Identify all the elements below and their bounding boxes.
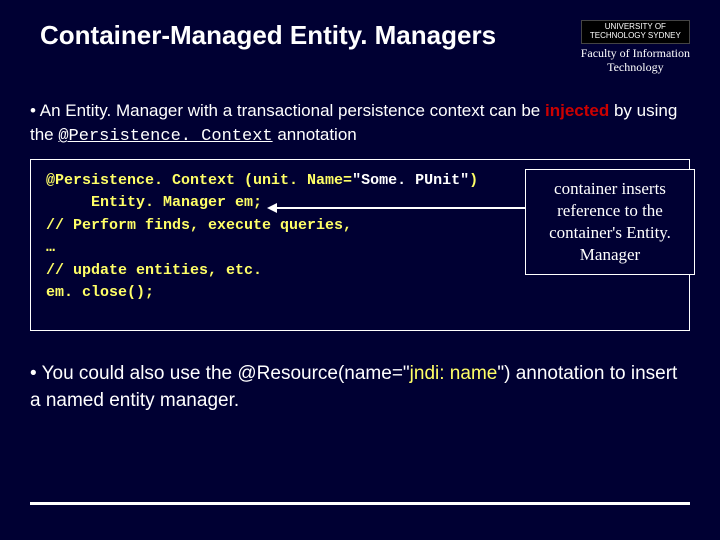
- code-l1a: @Persistence. Context (unit. Name=: [46, 172, 352, 189]
- bullet1-annotation: @Persistence. Context: [58, 127, 272, 146]
- code-l1b: "Some. PUnit": [352, 172, 469, 189]
- slide-title: Container-Managed Entity. Managers: [30, 20, 496, 51]
- faculty-line2: Technology: [607, 60, 663, 74]
- bullet1-pre: • An Entity. Manager with a transactiona…: [30, 101, 545, 120]
- footer-divider: [30, 502, 690, 505]
- faculty-name: Faculty of Information Technology: [581, 46, 690, 75]
- code-l1c: ): [469, 172, 478, 189]
- bullet-1: • An Entity. Manager with a transactiona…: [30, 99, 690, 149]
- code-l4: …: [46, 239, 55, 256]
- logo-area: UNIVERSITY OF TECHNOLOGY SYDNEY Faculty …: [581, 20, 690, 74]
- callout-box: container inserts reference to the conta…: [525, 169, 695, 275]
- code-l5: // update entities, etc.: [46, 262, 262, 279]
- logo-line2: TECHNOLOGY SYDNEY: [590, 31, 681, 40]
- logo-line1: UNIVERSITY OF: [605, 22, 666, 31]
- code-container: @Persistence. Context (unit. Name="Some.…: [30, 159, 690, 331]
- bullet1-injected: injected: [545, 101, 609, 120]
- bullet2-jndi: jndi: name: [410, 363, 498, 384]
- bullet-2: • You could also use the @Resource(name=…: [30, 361, 690, 414]
- code-l3: // Perform finds, execute queries,: [46, 217, 352, 234]
- code-l2: Entity. Manager em;: [46, 194, 262, 211]
- bullet2-pre: • You could also use the @Resource(name=…: [30, 363, 410, 384]
- arrow-icon: [275, 207, 555, 209]
- faculty-line1: Faculty of Information: [581, 46, 690, 60]
- header: Container-Managed Entity. Managers UNIVE…: [30, 20, 690, 74]
- university-logo: UNIVERSITY OF TECHNOLOGY SYDNEY: [581, 20, 690, 44]
- code-l6: em. close();: [46, 284, 154, 301]
- bullet1-post: annotation: [273, 125, 357, 144]
